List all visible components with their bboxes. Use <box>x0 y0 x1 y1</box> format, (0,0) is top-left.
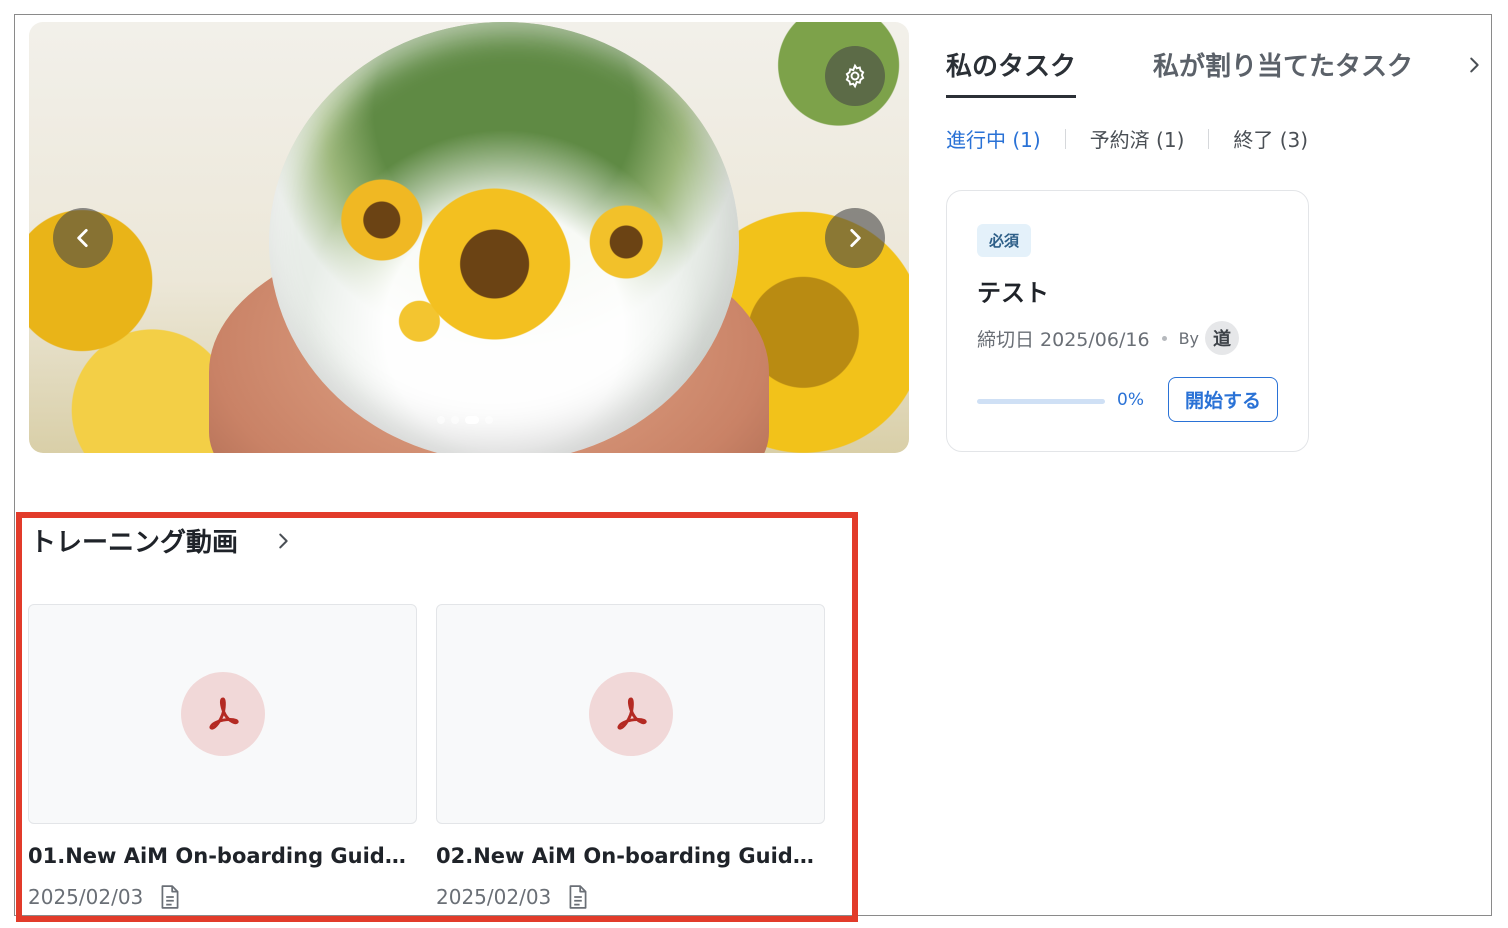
document-icon <box>161 885 179 909</box>
filter-finished[interactable]: 終了 (3) <box>1233 124 1308 153</box>
training-item-title[interactable]: 01.New AiM On-boarding Guide (Cre… <box>28 844 417 868</box>
banner-dot-active[interactable] <box>465 416 479 424</box>
banner-pagination <box>437 416 493 424</box>
required-badge: 必須 <box>977 224 1032 257</box>
task-meta: 締切日 2025/06/16 By 道 <box>977 321 1240 355</box>
meta-separator-dot <box>1161 335 1167 341</box>
banner-next-button[interactable] <box>825 208 885 268</box>
document-icon <box>569 885 587 909</box>
chevron-left-icon <box>77 229 88 247</box>
training-item-date: 2025/02/03 <box>28 885 144 909</box>
task-card[interactable]: 必須 テスト 締切日 2025/06/16 By 道 0% 開始する <box>946 190 1309 452</box>
task-progress-label: 0% <box>1117 390 1144 410</box>
task-by-label: By <box>1178 328 1200 348</box>
banner-dot[interactable] <box>485 416 493 424</box>
gear-icon <box>845 63 865 89</box>
pdf-icon <box>208 697 239 730</box>
training-item-date: 2025/02/03 <box>436 885 552 909</box>
start-button[interactable]: 開始する <box>1168 377 1278 422</box>
banner-image-crystal-ball <box>269 22 739 453</box>
filter-scheduled[interactable]: 予約済 (1) <box>1090 124 1185 153</box>
chevron-right-icon <box>850 229 861 247</box>
divider <box>1064 128 1066 149</box>
chevron-right-icon[interactable] <box>1463 54 1485 76</box>
training-item-meta: 2025/02/03 <box>28 884 417 910</box>
task-progress-bar <box>977 399 1105 404</box>
tab-assigned-tasks[interactable]: 私が割り当てたタスク <box>1153 46 1413 95</box>
training-item[interactable]: 01.New AiM On-boarding Guide (Cre… 2025/… <box>28 604 417 910</box>
training-item[interactable]: 02.New AiM On-boarding Guide (For… 2025/… <box>436 604 825 910</box>
tab-my-tasks[interactable]: 私のタスク <box>946 46 1077 98</box>
banner-carousel <box>29 22 909 453</box>
task-tabs: 私のタスク 私が割り当てたタスク <box>946 46 1486 98</box>
training-thumbnail[interactable] <box>28 604 417 824</box>
filter-in-progress[interactable]: 進行中 (1) <box>946 124 1041 153</box>
avatar: 道 <box>1205 321 1240 355</box>
pdf-icon <box>616 697 647 730</box>
chevron-right-icon[interactable] <box>272 530 294 552</box>
pdf-icon-circle <box>588 672 673 756</box>
training-section-title[interactable]: トレーニング動画 <box>30 522 238 559</box>
divider <box>1208 128 1210 149</box>
banner-settings-button[interactable] <box>825 46 885 106</box>
task-deadline: 締切日 2025/06/16 <box>977 328 1150 351</box>
training-item-meta: 2025/02/03 <box>436 884 825 910</box>
banner-prev-button[interactable] <box>53 208 113 268</box>
task-status-filters: 進行中 (1) 予約済 (1) 終了 (3) <box>946 124 1308 153</box>
training-item-title[interactable]: 02.New AiM On-boarding Guide (For… <box>436 844 825 868</box>
banner-dot[interactable] <box>451 416 459 424</box>
training-thumbnail[interactable] <box>436 604 825 824</box>
banner-dot[interactable] <box>437 416 445 424</box>
task-title[interactable]: テスト <box>977 273 1049 308</box>
pdf-icon-circle <box>180 672 265 756</box>
